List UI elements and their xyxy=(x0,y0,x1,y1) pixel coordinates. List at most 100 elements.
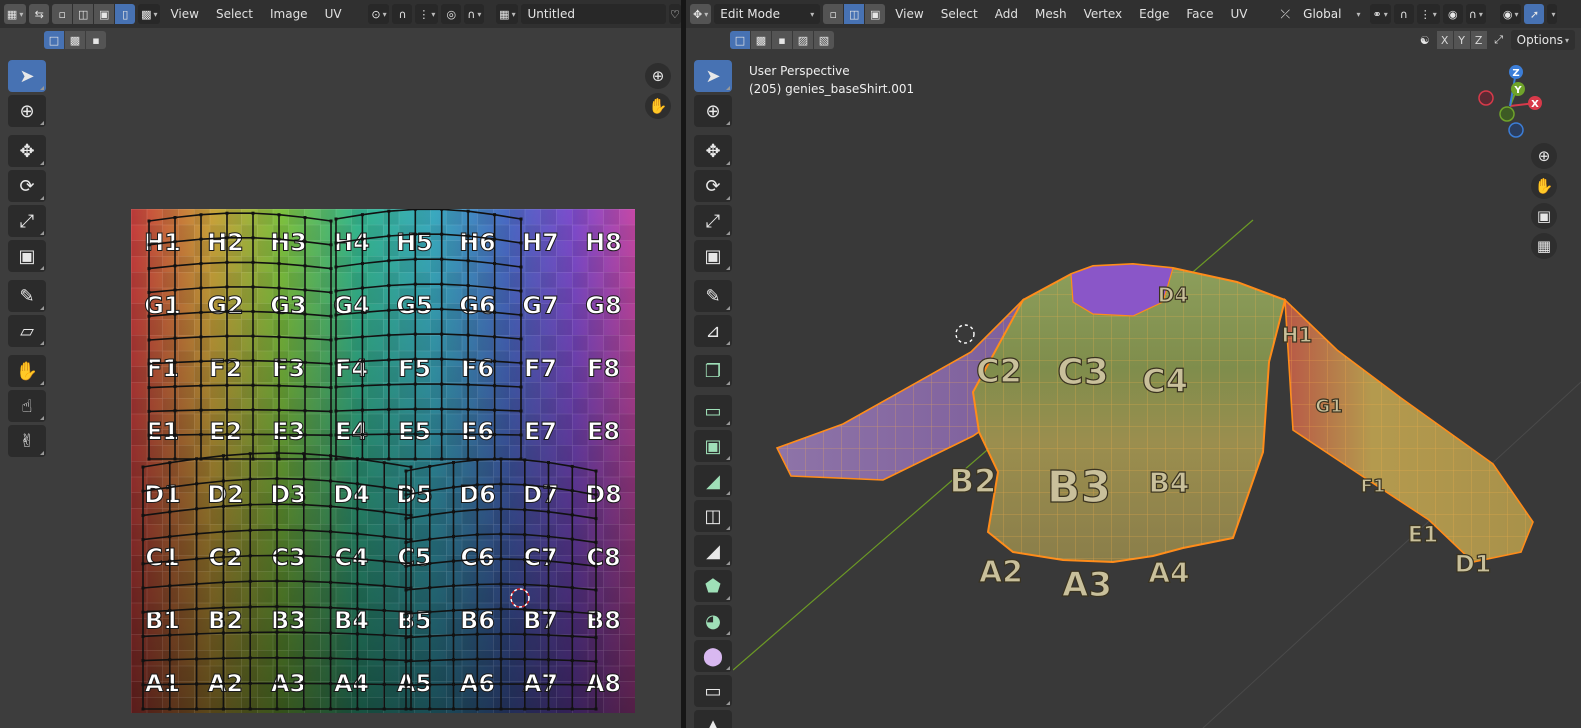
proportional-edit-icon[interactable]: ◎ xyxy=(441,4,462,24)
mirror-icon[interactable]: ☯ xyxy=(1415,30,1435,50)
image-browse-icon[interactable]: ▦ ▾ xyxy=(496,4,519,24)
viewport-scene[interactable]: D4 C2 C3 C4 B2 B3 B4 A2 A3 A4 H1 G1 F1 E1 D1 xyxy=(733,52,1581,728)
visibility-eye-icon[interactable]: ◉ ▾ xyxy=(1499,4,1522,24)
poly-build-icon[interactable]: ⬟ xyxy=(694,570,732,602)
pivot-point-icon[interactable]: ⚭ ▾ xyxy=(1369,4,1391,24)
uv-menu-image[interactable]: Image xyxy=(263,7,315,21)
uv-menu-view[interactable]: View xyxy=(163,7,205,21)
cursor-icon[interactable]: ⊕ xyxy=(694,95,732,127)
rotate-icon[interactable]: ⟳ xyxy=(8,170,46,202)
transform-icon[interactable]: ▣ xyxy=(694,240,732,272)
knife-icon[interactable]: ◢ xyxy=(694,535,732,567)
pan-hand-icon[interactable]: ✋ xyxy=(645,93,671,119)
move-icon[interactable]: ✥ xyxy=(694,135,732,167)
mirror-y-toggle[interactable]: Y xyxy=(1453,31,1470,49)
snap-magnet-icon[interactable]: ∩ xyxy=(1393,4,1414,24)
vp-menu-view[interactable]: View xyxy=(888,7,930,21)
falloff-curve-icon[interactable]: ∩ ▾ xyxy=(1465,4,1486,24)
vp-menu-face[interactable]: Face xyxy=(1179,7,1220,21)
shirt-uv-label: C4 xyxy=(1142,362,1188,400)
vp-menu-edge[interactable]: Edge xyxy=(1132,7,1176,21)
annotate-icon[interactable]: ✎ xyxy=(694,280,732,312)
select-new-icon[interactable]: □ xyxy=(730,31,750,49)
loop-cut-icon[interactable]: ◫ xyxy=(694,500,732,532)
uv-menu-select[interactable]: Select xyxy=(209,7,260,21)
gizmo-toggle-icon[interactable]: ➚ xyxy=(1524,4,1545,24)
bevel-icon[interactable]: ◢ xyxy=(694,465,732,497)
edge-select-icon[interactable]: ◫ xyxy=(73,4,94,24)
vp-menu-select[interactable]: Select xyxy=(934,7,985,21)
uv-grid-label: F2 xyxy=(209,355,242,383)
edge-slide-icon[interactable]: ▭ xyxy=(694,675,732,707)
select-new-icon[interactable]: □ xyxy=(44,31,64,49)
select-extend-icon[interactable]: ▩ xyxy=(65,31,85,49)
vp-menu-uv[interactable]: UV xyxy=(1224,7,1255,21)
shirt-uv-label: G1 xyxy=(1315,396,1342,417)
select-box-icon[interactable]: ➤ xyxy=(8,60,46,92)
shrink-icon[interactable]: ▲ xyxy=(694,710,732,728)
vp-menu-vertex[interactable]: Vertex xyxy=(1077,7,1130,21)
snap-magnet-icon[interactable]: ∩ xyxy=(392,4,413,24)
pinch-icon[interactable]: ✌ xyxy=(8,425,46,457)
annotate-icon[interactable]: ✎ xyxy=(8,280,46,312)
shirt-uv-label: F1 xyxy=(1361,476,1386,497)
vp-menu-mesh[interactable]: Mesh xyxy=(1028,7,1074,21)
inset-icon[interactable]: ▣ xyxy=(694,430,732,462)
auto-merge-icon[interactable]: ⤢ xyxy=(1489,30,1509,50)
image-name-field[interactable]: Untitled xyxy=(521,4,666,24)
select-subtract-icon[interactable]: ▪ xyxy=(772,31,792,49)
mirror-z-toggle[interactable]: Z xyxy=(1470,31,1487,49)
cursor-icon[interactable]: ⊕ xyxy=(8,95,46,127)
uv-editor-icon[interactable]: ▦ ▾ xyxy=(4,4,27,24)
face-select-icon[interactable]: ▣ xyxy=(94,4,115,24)
uv-menu-uv[interactable]: UV xyxy=(318,7,349,21)
vertex-select-icon[interactable]: ▫ xyxy=(823,4,844,24)
uv-grid-label: H3 xyxy=(270,229,307,257)
grab-icon[interactable]: ✋ xyxy=(8,355,46,387)
mode-dropdown[interactable]: Edit Mode ▾ xyxy=(714,4,821,24)
select-intersect-icon[interactable]: ▧ xyxy=(814,31,834,49)
uv-grid-label: B4 xyxy=(334,607,369,635)
shield-icon[interactable]: ♡ xyxy=(668,4,681,24)
face-select-icon[interactable]: ▣ xyxy=(865,4,886,24)
relax-icon[interactable]: ☝ xyxy=(8,390,46,422)
select-box-icon[interactable]: ➤ xyxy=(694,60,732,92)
select-subtract-icon[interactable]: ▪ xyxy=(86,31,106,49)
zoom-icon[interactable]: ⊕ xyxy=(645,63,671,89)
vertex-select-icon[interactable]: ▫ xyxy=(52,4,73,24)
uv-grid-label: H8 xyxy=(585,229,622,257)
proportional-edit-icon[interactable]: ◉ xyxy=(1442,4,1463,24)
measure-icon[interactable]: ⊿ xyxy=(694,315,732,347)
falloff-curve-icon[interactable]: ∩ ▾ xyxy=(464,4,485,24)
3d-cursor[interactable] xyxy=(955,324,975,344)
island-select-icon[interactable]: ▯ xyxy=(115,4,136,24)
gizmo-dropdown-icon[interactable]: ▾ xyxy=(1547,4,1558,24)
shirt-uv-label: E1 xyxy=(1408,523,1438,548)
edge-select-icon[interactable]: ◫ xyxy=(844,4,865,24)
snap-target-icon[interactable]: ⋮ ▾ xyxy=(1416,4,1440,24)
uv-grid-label: E3 xyxy=(272,418,305,446)
rip-icon[interactable]: ▱ xyxy=(8,315,46,347)
snap-target-icon[interactable]: ⋮ ▾ xyxy=(415,4,439,24)
move-icon[interactable]: ✥ xyxy=(8,135,46,167)
spin-icon[interactable]: ◕ xyxy=(694,605,732,637)
scale-icon[interactable]: ⤢ xyxy=(8,205,46,237)
sticky-select-icon[interactable]: ▩ ▾ xyxy=(138,4,161,24)
select-extend-icon[interactable]: ▩ xyxy=(751,31,771,49)
orientation-dropdown[interactable]: ⤫ Global ▾ xyxy=(1274,4,1367,24)
shirt-uv-label: B3 xyxy=(1047,462,1111,513)
vp-menu-add[interactable]: Add xyxy=(988,7,1025,21)
rotate-icon[interactable]: ⟳ xyxy=(694,170,732,202)
mirror-x-toggle[interactable]: X xyxy=(1436,31,1453,49)
add-cube-icon[interactable]: ❐ xyxy=(694,355,732,387)
transform-icon[interactable]: ▣ xyxy=(8,240,46,272)
viewport-editor-icon[interactable]: ✥ ▾ xyxy=(690,4,712,24)
options-dropdown[interactable]: Options ▾ xyxy=(1510,30,1575,50)
uv-texture-canvas[interactable]: H1 H2 H3 H4 H5 H6 H7 H8G1 G2 G3 G4 G5 G6 G7 G8F1 F2 F3 F4… xyxy=(131,209,635,713)
select-invert-icon[interactable]: ▨ xyxy=(793,31,813,49)
extrude-icon[interactable]: ▭ xyxy=(694,395,732,427)
scale-icon[interactable]: ⤢ xyxy=(694,205,732,237)
uv-sync-icon[interactable]: ⇆ xyxy=(29,4,50,24)
smooth-icon[interactable]: ⬤ xyxy=(694,640,732,672)
pivot-point-icon[interactable]: ⊙ ▾ xyxy=(368,4,390,24)
